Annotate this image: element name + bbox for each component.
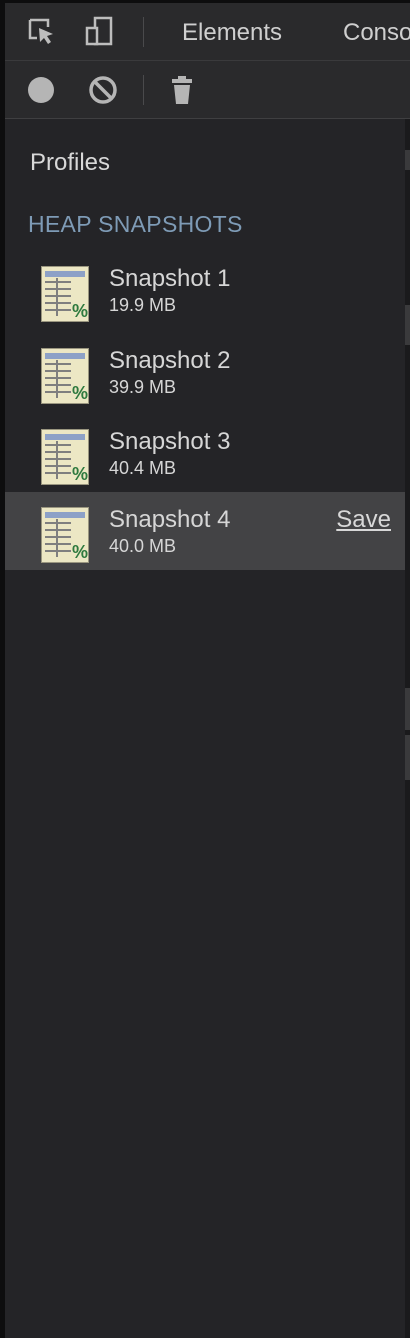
heap-snapshot-icon: % [41,507,89,563]
snapshot-size: 19.9 MB [109,295,177,315]
panel-edge-mark [405,305,410,345]
heap-snapshot-icon: % [41,429,89,485]
save-snapshot-link[interactable]: Save [336,506,391,534]
toolbar-divider [143,17,144,47]
snapshot-size: 40.4 MB [109,458,177,478]
svg-text:%: % [72,542,88,562]
profiler-toolbar [5,61,410,119]
profiles-sidebar: Profiles HEAP SNAPSHOTS % Snapshot 1 19.… [5,119,405,1338]
record-icon[interactable] [23,72,59,108]
profiles-title: Profiles [30,149,111,176]
devtools-window: Elements Conso Profiles HEAP SNAPSHOTS %… [0,0,410,1338]
snapshot-name: Snapshot 3 [109,428,231,455]
panel-edge-mark [405,150,410,170]
snapshot-size: 40.0 MB [109,536,177,556]
clear-icon[interactable] [85,72,121,108]
heap-snapshot-icon: % [41,348,89,404]
svg-text:%: % [72,301,88,321]
snapshot-name: Snapshot 1 [109,265,231,292]
panel-edge-mark [405,735,410,780]
snapshot-size: 39.9 MB [109,377,177,397]
snapshot-item-3[interactable]: % Snapshot 3 40.4 MB [5,414,405,492]
tab-console[interactable]: Conso [343,19,410,47]
heap-snapshot-icon: % [41,266,89,322]
snapshot-name: Snapshot 2 [109,347,231,374]
snapshot-item-1[interactable]: % Snapshot 1 19.9 MB [5,251,405,329]
snapshot-name: Snapshot 4 [109,506,231,533]
heap-snapshots-header: HEAP SNAPSHOTS [28,211,243,237]
tab-elements[interactable]: Elements [182,19,282,47]
toolbar-divider [143,75,144,105]
snapshot-item-2[interactable]: % Snapshot 2 39.9 MB [5,333,405,411]
panel-edge-mark [405,688,410,730]
inspect-element-icon[interactable] [23,13,59,49]
snapshot-item-4[interactable]: % Snapshot 4 40.0 MB Save [5,492,405,570]
device-toggle-icon[interactable] [81,13,117,49]
devtools-toolbar: Elements Conso [5,3,410,61]
svg-text:%: % [72,383,88,403]
trash-icon[interactable] [164,72,200,108]
svg-text:%: % [72,464,88,484]
